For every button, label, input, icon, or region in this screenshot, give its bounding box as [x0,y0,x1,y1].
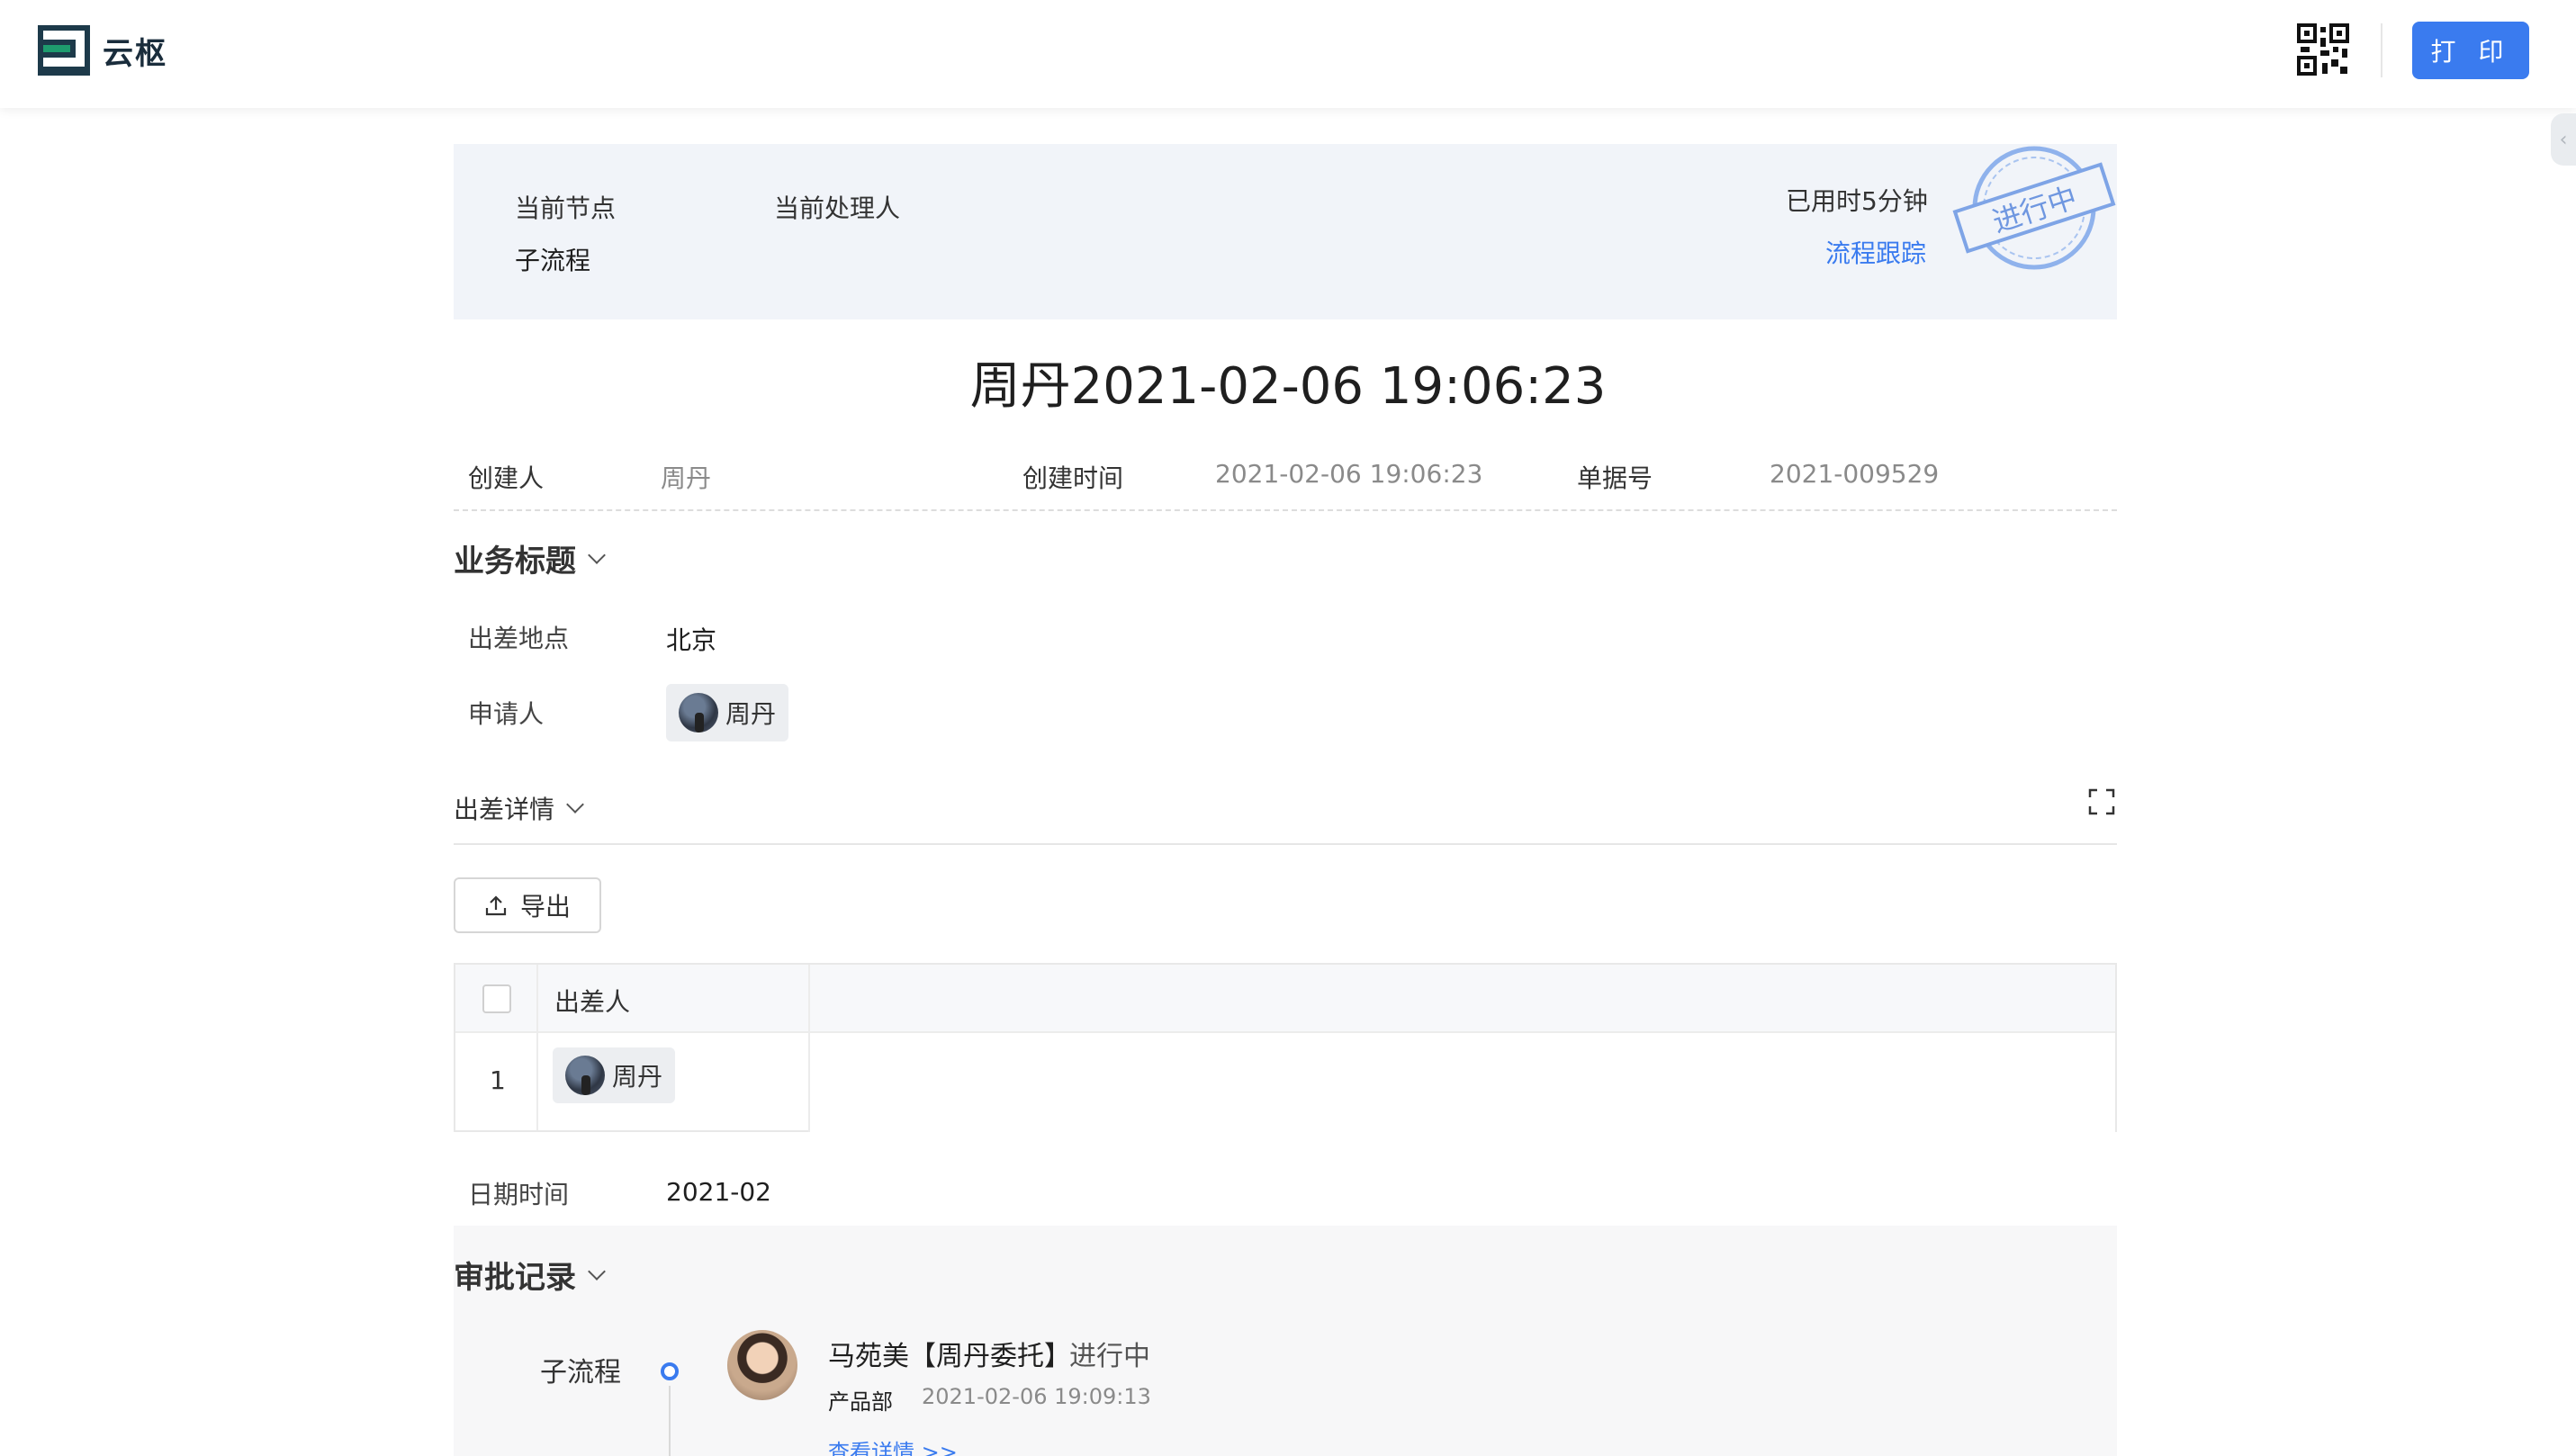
upload-icon [485,895,507,916]
approver-department: 产品部 [828,1389,893,1415]
date-label: 日期时间 [468,1180,570,1209]
business-title-section[interactable]: 业务标题 [454,536,606,580]
applicant-chip[interactable]: 周丹 [666,684,789,741]
approval-records-heading: 审批记录 [454,1260,576,1296]
export-label: 导出 [519,892,571,921]
approver-name: 马苑美【周丹委托】 [828,1341,1071,1372]
collapse-side-panel-button[interactable]: ‹ [2551,113,2576,166]
meta-divider [454,509,2117,511]
header-divider [2381,23,2382,77]
location-label: 出差地点 [468,624,570,653]
approval-node-name: 子流程 [540,1357,621,1389]
location-value: 北京 [666,625,717,655]
traveler-name: 周丹 [612,1062,663,1092]
creator-value: 周丹 [661,463,712,493]
traveler-column: 出差人 周丹 [538,965,810,1132]
process-status-panel [454,144,2117,319]
top-bar: 云枢 打 印 [0,0,2576,108]
current-node-label: 当前节点 [515,193,617,223]
traveler-chip[interactable]: 周丹 [553,1047,676,1103]
chevron-down-icon [588,545,606,564]
approver-avatar [727,1330,797,1400]
chevron-down-icon [566,795,584,813]
print-button[interactable]: 打 印 [2412,22,2529,79]
created-time-label: 创建时间 [1022,463,1124,493]
trip-table: 1 出差人 周丹 [454,963,2117,1132]
table-bottom-border [454,1130,808,1132]
column-header-traveler: 出差人 [554,987,631,1017]
avatar [565,1056,605,1095]
approval-time: 2021-02-06 19:09:13 [922,1384,1151,1409]
fullscreen-icon[interactable] [2088,788,2115,815]
approval-status: 进行中 [1069,1341,1150,1372]
avatar [679,693,718,732]
row-index: 1 [490,1065,506,1095]
elapsed-time: 已用时5分钟 [1786,186,1928,216]
document-title: 周丹2021-02-06 19:06:23 [969,357,1607,416]
created-time-value: 2021-02-06 19:06:23 [1215,459,1483,489]
app-logo[interactable]: 云枢 [38,25,167,76]
applicant-name: 周丹 [725,699,777,729]
in-progress-stamp: 进行中 [1952,146,2116,270]
timeline-line [669,1386,671,1456]
approval-records-section[interactable]: 审批记录 [454,1253,606,1297]
doc-number-label: 单据号 [1577,463,1653,493]
chevron-down-icon [588,1262,606,1281]
doc-number-value: 2021-009529 [1770,459,1940,489]
index-column: 1 [455,965,538,1132]
view-details-link[interactable]: 查看详情 >> [828,1434,958,1456]
export-button[interactable]: 导出 [454,877,601,933]
creator-label: 创建人 [468,463,545,493]
current-node-value: 子流程 [515,246,591,275]
trip-details-section[interactable]: 出差详情 [454,790,584,826]
timeline-dot [661,1362,679,1380]
date-value: 2021-02 [666,1177,771,1207]
trip-details-divider [454,843,2117,845]
approval-records-panel [454,1226,2117,1456]
chevron-left-icon: ‹ [2559,128,2568,151]
logo-icon [38,25,90,76]
current-handler-label: 当前处理人 [774,193,901,223]
applicant-label: 申请人 [468,699,545,729]
process-trace-link[interactable]: 流程跟踪 [1825,234,1926,270]
select-all-checkbox[interactable] [482,984,511,1013]
logo-text: 云枢 [103,35,167,72]
qr-code-icon[interactable] [2297,23,2349,76]
trip-details-heading: 出差详情 [454,795,555,824]
business-title-heading: 业务标题 [454,544,576,580]
